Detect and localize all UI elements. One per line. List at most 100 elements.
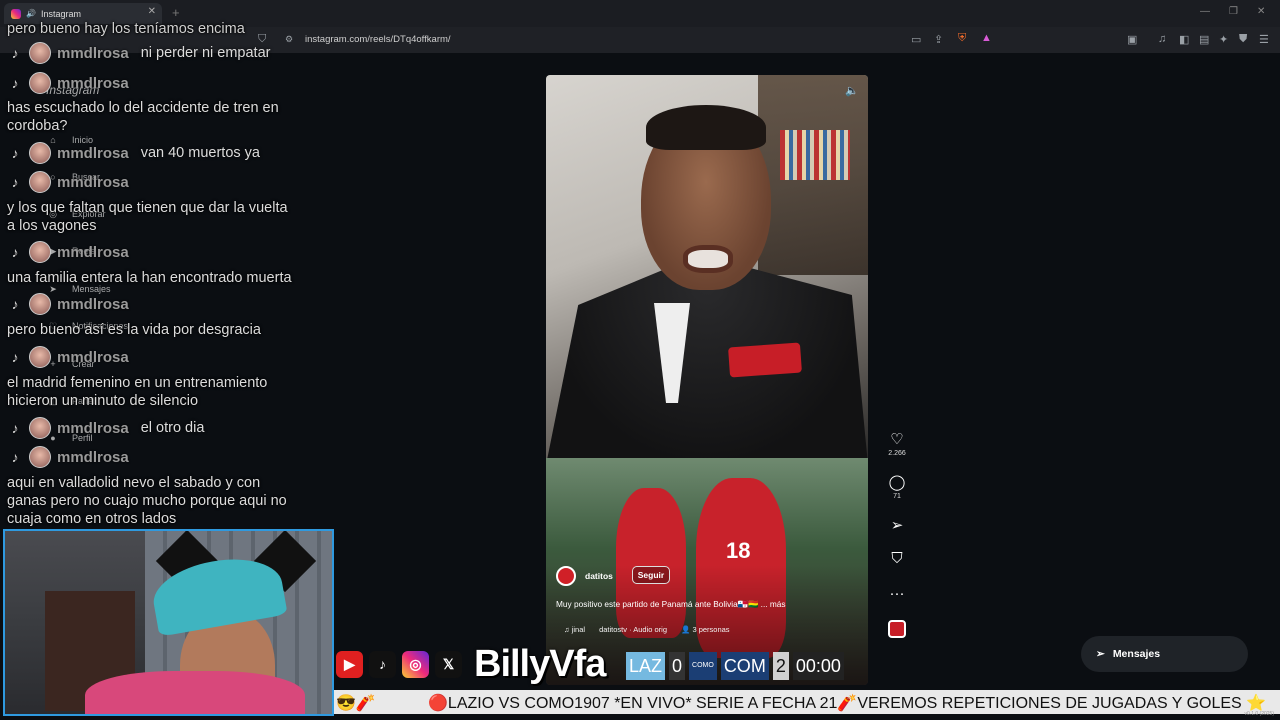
ticker-prefix: 😎🧨 [336,695,376,712]
account-name[interactable]: datitos [585,571,613,581]
minimize-button[interactable]: — [1200,6,1210,17]
rewards-icon[interactable]: ▲ [981,32,992,44]
chat-message: ♪ mmdlrosa van 40 muertos ya [7,142,260,164]
tiktok-icon: ♪ [11,449,19,465]
chat-text: pero bueno así es la vida por desgracia [7,322,261,338]
heart-icon: ♡ [890,431,904,448]
sidebar-icon[interactable]: ▣ [1127,33,1137,46]
window-close-button[interactable]: ✕ [1257,6,1265,17]
tiktok-icon: ♪ [11,349,19,365]
jacket-logo [728,342,802,378]
more-button[interactable]: ··· [883,585,911,602]
chat-message: ♪ mmdlrosa el otro dia [7,417,204,439]
chat-avatar [29,446,51,468]
chat-avatar [29,42,51,64]
comment-icon: ◯ [888,474,906,491]
comment-count: 71 [893,493,901,500]
account-avatar[interactable] [556,566,576,586]
screen: 🔊 Instagram ✕ + — ❐ ✕ ⛉ ⚙ instagram.com/… [0,0,1280,720]
chat-text: has escuchado lo del accidente de tren e… [7,100,279,116]
comment-button[interactable]: ◯ 71 [883,473,911,500]
messages-button[interactable]: ➢ Mensajes [1081,636,1248,672]
x-icon: 𝕏 [435,650,462,678]
shield-icon[interactable]: ⛨ [958,32,966,45]
chat-message: ♪ mmdlrosa ni perder ni empatar [7,42,270,64]
reel-caption[interactable]: Muy positivo este partido de Panamá ante… [556,599,786,610]
chat-text: a los vagones [7,218,97,234]
home-team: LAZ [626,652,666,680]
books [780,130,850,180]
music-icon[interactable]: ♫ [1158,33,1166,45]
chat-avatar [29,171,51,193]
audio-row: ♫ jinal datitostv · Audio orig 👤 3 perso… [564,625,730,634]
chat-text: una familia entera la han encontrado mue… [7,270,292,286]
chat-message: ♪ mmdlrosa [7,446,129,468]
more-icon: ··· [889,585,905,602]
share-icon[interactable]: ⇪ [934,33,943,46]
version-label: v0.1.0 (2025) [1244,711,1274,717]
instagram-icon: ◎ [402,650,429,678]
chat-text: cuaja como en otros lados [7,511,177,527]
chat-message: ♪ mmdlrosa [7,346,129,368]
save-button[interactable]: ⛉ [883,550,911,567]
home-score: 0 [669,652,686,680]
jacket [546,265,868,465]
bookmark-icon: ⛉ [891,550,903,567]
share-button[interactable]: ➢ [883,516,911,534]
chat-message: ♪ mmdlrosa [7,72,129,94]
tiktok-icon: ♪ [11,296,19,312]
webcam-feed [3,529,334,716]
away-crest: COMO [689,652,717,680]
panel-icon[interactable]: ◧ [1179,33,1189,46]
like-count: 2.266 [888,450,906,457]
volume-icon[interactable]: 🔈 [845,84,859,97]
shirt-number: 18 [726,538,751,563]
chat-avatar [29,346,51,368]
ai-icon[interactable]: ✦ [1219,33,1228,46]
chat-text: cordoba? [7,118,68,134]
instagram-favicon-icon [11,8,21,19]
chat-avatar [29,72,51,94]
match-clock: 00:00 [792,652,844,680]
chat-message: ♪ mmdlrosa [7,241,129,263]
chat-text: aqui en valladolid nevo el sabado y con [7,475,261,491]
chat-text: ganas pero no cuajo mucho porque aqui no [7,493,287,509]
news-ticker: 😎🧨 🔴LAZIO VS COMO1907 *EN VIVO* SERIE A … [334,690,1280,714]
streamer-brand: BillyVfa [474,642,606,685]
reel-video[interactable]: 🔈 18 datitos Seguir Muy positivo este pa… [546,75,868,685]
audio-source[interactable]: datitostv · Audio orig [599,625,667,634]
like-button[interactable]: ♡ 2.266 [883,430,911,457]
chat-message: ♪ mmdlrosa [7,171,129,193]
send-icon: ➢ [1096,648,1105,660]
new-tab-button[interactable]: + [172,5,180,20]
tiktok-icon: ♪ [11,174,19,190]
chat-avatar [29,293,51,315]
tiktok-icon: ♪ [369,650,396,678]
tab-title: Instagram [40,8,81,19]
presenter-mouth [683,245,733,273]
speaker-icon: 🔊 [26,9,36,18]
tiktok-icon: ♪ [11,420,19,436]
away-team: COM [720,652,769,680]
wallet-icon[interactable]: ▤ [1199,33,1209,46]
tab-close-icon[interactable]: ✕ [148,6,156,17]
follow-button[interactable]: Seguir [632,566,670,584]
chat-avatar [29,142,51,164]
audio-avatar[interactable] [888,620,906,638]
tiktok-icon: ♪ [11,145,19,161]
chat-text: el madrid femenino en un entrenamiento [7,375,268,391]
tagged-people[interactable]: 👤 3 personas [681,625,730,634]
tiktok-icon: ♪ [11,244,19,260]
menu-icon[interactable]: ☰ [1259,33,1269,46]
messages-label: Mensajes [1112,648,1161,660]
tiktok-icon: ♪ [11,45,19,61]
reel-video-top-presenter: 🔈 [546,75,868,465]
vpn-icon[interactable]: ⛊ [1239,33,1247,46]
cast-icon[interactable]: ▭ [911,33,921,46]
audio-track[interactable]: ♫ jinal [564,625,585,634]
maximize-button[interactable]: ❐ [1229,6,1238,17]
scoreboard: LAZ 0 COMO COM 2 00:00 [626,650,844,682]
presenter-hair [646,105,766,150]
chat-avatar [29,417,51,439]
chat-avatar [29,241,51,263]
